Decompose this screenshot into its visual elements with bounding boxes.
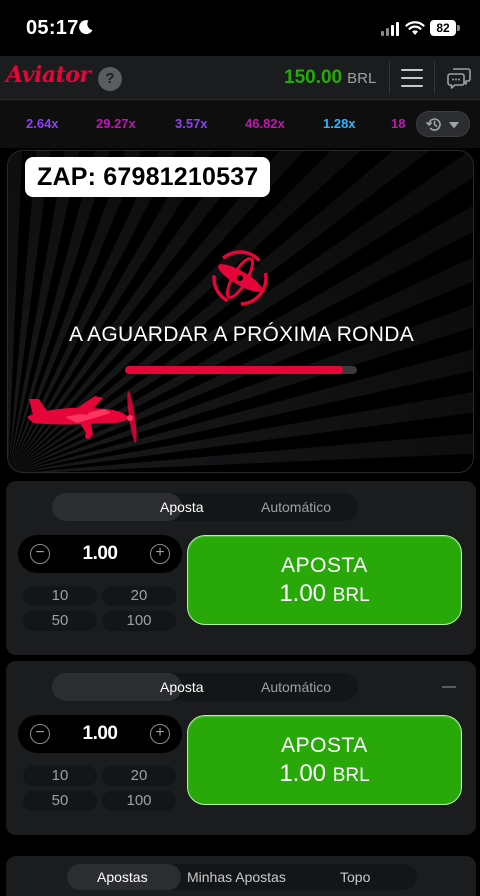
balance-currency: BRL (347, 70, 377, 87)
multiplier-badge[interactable]: 46.82x (245, 116, 285, 131)
tab-apostas[interactable]: Apostas (97, 869, 148, 885)
bet-button-amount: 1.00 BRL (188, 580, 461, 608)
menu-icon[interactable] (401, 69, 423, 87)
bet-button-value: 1.00 (279, 580, 327, 607)
tab-automatico[interactable]: Automático (261, 679, 331, 695)
bet-button-currency: BRL (332, 585, 370, 606)
bet-mode-switch: Aposta Automático (52, 673, 358, 701)
bet-button-amount: 1.00 BRL (188, 760, 461, 788)
bet-button-label: APOSTA (281, 554, 368, 577)
bet-button-value: 1.00 (279, 760, 327, 787)
game-area: ZAP: 67981210537 A AGUARDAR A PRÓXIMA RO… (7, 150, 474, 473)
bet-amount-stepper: − 1.00 + (18, 535, 182, 573)
tab-topo[interactable]: Topo (340, 869, 370, 885)
multiplier-badge[interactable]: 29.27x (96, 116, 136, 131)
zap-overlay-label: ZAP: 67981210537 (25, 157, 271, 197)
balance-amount: 150.00 (284, 67, 343, 88)
decrease-bet-button[interactable]: − (30, 724, 50, 744)
round-progress-fill (125, 366, 344, 374)
chat-icon[interactable] (447, 67, 471, 89)
place-bet-button[interactable]: APOSTA 1.00 BRL (187, 715, 462, 805)
quick-amount-button[interactable]: 10 (23, 586, 97, 606)
tab-aposta[interactable]: Aposta (160, 499, 204, 515)
tab-aposta[interactable]: Aposta (160, 679, 204, 695)
round-progress-bar (125, 366, 357, 374)
quick-amount-button[interactable]: 10 (23, 766, 97, 786)
header-divider (389, 62, 390, 94)
bet-panel-1: Aposta Automático − 1.00 + 10 20 50 100 … (6, 481, 476, 655)
bet-button-label: APOSTA (281, 734, 368, 757)
status-time: 05:17 (26, 17, 79, 39)
bets-tabs: Apostas Minhas Apostas Topo (67, 864, 417, 890)
battery-level: 82 (430, 20, 456, 36)
quick-amount-button[interactable]: 100 (102, 611, 176, 631)
increase-bet-button[interactable]: + (150, 724, 170, 744)
remove-bet-panel-button[interactable] (442, 686, 456, 688)
game-canvas (8, 151, 473, 472)
multiplier-badge[interactable]: 1.28x (323, 116, 356, 131)
quick-amount-button[interactable]: 20 (102, 766, 176, 786)
help-button[interactable]: ? (98, 67, 122, 91)
wifi-icon (405, 21, 425, 35)
quick-amount-button[interactable]: 100 (102, 791, 176, 811)
decrease-bet-button[interactable]: − (30, 544, 50, 564)
status-bar: 05:17 82 (0, 0, 480, 56)
signal-icon (381, 22, 399, 36)
multiplier-badge[interactable]: 2.64x (26, 116, 59, 131)
quick-amount-button[interactable]: 50 (23, 791, 97, 811)
bet-button-currency: BRL (332, 765, 370, 786)
bets-list-panel: Apostas Minhas Apostas Topo (6, 856, 476, 896)
moon-icon (79, 20, 93, 35)
place-bet-button[interactable]: APOSTA 1.00 BRL (187, 535, 462, 625)
history-icon (426, 118, 441, 131)
bet-amount-input[interactable]: 1.00 (58, 543, 142, 565)
bet-panel-2: Aposta Automático − 1.00 + 10 20 50 100 … (6, 661, 476, 835)
balance: 150.00 BRL (284, 67, 376, 89)
multiplier-badge[interactable]: 18 (391, 116, 405, 131)
aviator-logo: Aviator (6, 62, 91, 88)
tab-minhas-apostas[interactable]: Minhas Apostas (187, 869, 286, 885)
bet-mode-switch: Aposta Automático (52, 493, 358, 521)
bet-amount-input[interactable]: 1.00 (58, 723, 142, 745)
increase-bet-button[interactable]: + (150, 544, 170, 564)
multiplier-badge[interactable]: 3.57x (175, 116, 208, 131)
history-toggle-button[interactable] (416, 111, 470, 137)
bet-amount-stepper: − 1.00 + (18, 715, 182, 753)
quick-amount-button[interactable]: 50 (23, 611, 97, 631)
multiplier-history: 2.64x 29.27x 3.57x 46.82x 1.28x 18 (0, 100, 480, 148)
tab-automatico[interactable]: Automático (261, 499, 331, 515)
battery-icon: 82 (430, 20, 460, 36)
round-status-text: A AGUARDAR A PRÓXIMA RONDA (68, 323, 415, 346)
app-header: Aviator ? 150.00 BRL (0, 56, 480, 100)
header-divider (434, 62, 435, 94)
quick-amount-button[interactable]: 20 (102, 586, 176, 606)
chevron-down-icon (449, 122, 459, 129)
